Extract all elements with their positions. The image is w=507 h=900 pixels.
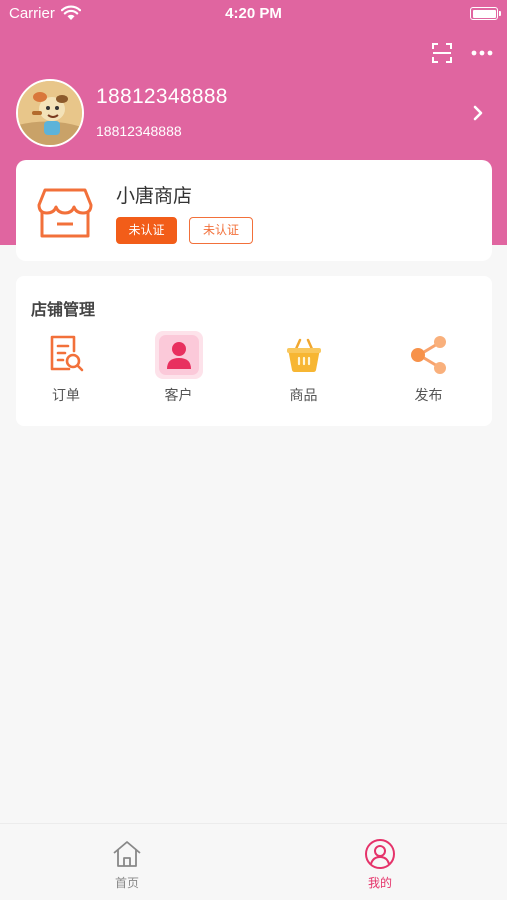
battery-icon	[470, 7, 501, 20]
management-item-products[interactable]: 商品	[241, 331, 366, 405]
profile-row[interactable]: 18812348888 18812348888	[16, 79, 491, 147]
bottom-tab-bar: 首页 我的	[0, 823, 507, 900]
status-time: 4:20 PM	[225, 5, 282, 22]
profile-name: 18812348888	[96, 85, 228, 108]
customer-icon	[154, 331, 203, 379]
management-items: 订单 客户 商品 发布	[16, 331, 492, 405]
tab-home[interactable]: 首页	[87, 838, 167, 891]
scan-icon[interactable]	[431, 42, 453, 64]
home-icon	[113, 841, 141, 867]
management-item-orders[interactable]: 订单	[16, 331, 116, 405]
management-item-customers[interactable]: 客户	[116, 331, 241, 405]
shop-card[interactable]: 小唐商店 未认证 未认证	[16, 160, 492, 261]
chevron-right-icon[interactable]	[471, 103, 485, 123]
shop-icon	[37, 188, 93, 238]
avatar-image	[18, 81, 82, 145]
store-management-panel: 店铺管理 订单 客户 商品 发布	[16, 276, 492, 426]
tab-label: 我的	[367, 876, 392, 890]
unverified-badge[interactable]: 未认证	[116, 217, 177, 244]
basket-icon	[286, 338, 321, 372]
tab-mine[interactable]: 我的	[340, 838, 420, 891]
status-bar: Carrier 4:20 PM	[0, 0, 507, 28]
management-item-label: 客户	[164, 388, 193, 404]
unverified-badge-outline[interactable]: 未认证	[189, 217, 253, 244]
profile-phone: 18812348888	[96, 123, 182, 139]
order-search-icon	[50, 335, 84, 372]
shop-name: 小唐商店	[116, 185, 193, 207]
management-item-publish[interactable]: 发布	[366, 331, 491, 405]
management-item-label: 商品	[289, 388, 318, 404]
section-title: 店铺管理	[31, 300, 96, 319]
management-item-label: 发布	[414, 388, 443, 404]
avatar[interactable]	[16, 79, 84, 147]
management-item-label: 订单	[52, 388, 80, 404]
more-icon[interactable]	[471, 42, 493, 64]
user-circle-icon	[365, 839, 395, 869]
header-actions	[431, 40, 493, 66]
share-icon	[410, 336, 446, 374]
tab-label: 首页	[114, 876, 139, 890]
